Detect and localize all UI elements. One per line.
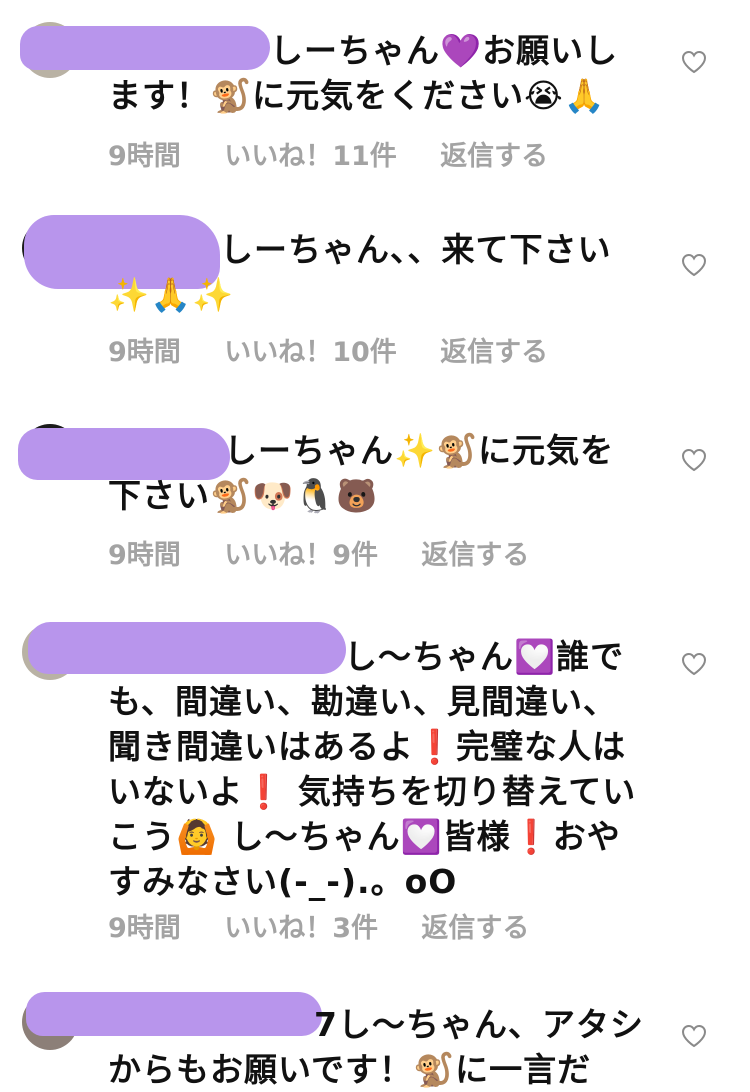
- like-count-link[interactable]: いいね！10件: [224, 330, 397, 369]
- like-heart-icon[interactable]: [681, 253, 707, 277]
- comment-text: しーちゃん✨🐒に元気を下さい🐒🐶🐧🐻: [108, 431, 615, 515]
- comment-meta: 9時間 いいね！11件 返信する: [108, 134, 582, 173]
- reply-button[interactable]: 返信する: [421, 533, 529, 572]
- like-count-link[interactable]: いいね！11件: [224, 134, 397, 173]
- comment-item: しーちゃん✨🐒に元気を下さい🐒🐶🐧🐻 9時間 いいね！9件 返信する: [0, 390, 750, 590]
- comment-time: 9時間: [108, 337, 181, 368]
- comment-item: 7し〜ちゃん、アタシからもお願いです！🐒に一言だ: [0, 970, 750, 1089]
- like-heart-icon[interactable]: [681, 652, 707, 676]
- like-count-link[interactable]: いいね！9件: [224, 533, 378, 572]
- comment-text: し〜ちゃん💟誰でも、間違い、勘違い、見間違い、聞き間違いはあるよ❗️完璧な人はい…: [108, 637, 637, 901]
- comment-time: 9時間: [108, 913, 181, 944]
- comment-meta: 9時間 いいね！9件 返信する: [108, 533, 563, 572]
- like-heart-icon[interactable]: [681, 1024, 707, 1048]
- comment-text: 7し〜ちゃん、アタシからもお願いです！🐒に一言だ: [108, 1005, 644, 1089]
- reply-button[interactable]: 返信する: [421, 906, 529, 945]
- comment-item: しーちゃん💜お願いします！🐒に元気をください😭🙏 9時間 いいね！11件 返信す…: [0, 0, 750, 195]
- comment-meta: 9時間 いいね！3件 返信する: [108, 906, 563, 945]
- comment-item: し〜ちゃん💟誰でも、間違い、勘違い、見間違い、聞き間違いはあるよ❗️完璧な人はい…: [0, 590, 750, 970]
- like-count-link[interactable]: いいね！3件: [224, 906, 378, 945]
- comment-time: 9時間: [108, 540, 181, 571]
- comment-meta: 9時間 いいね！10件 返信する: [108, 330, 582, 369]
- reply-button[interactable]: 返信する: [440, 134, 548, 173]
- like-heart-icon[interactable]: [681, 448, 707, 472]
- comment-text: しーちゃん、、来て下さい✨🙏✨: [108, 230, 612, 314]
- comment-item: しーちゃん、、来て下さい✨🙏✨ 9時間 いいね！10件 返信する: [0, 195, 750, 390]
- comment-text: しーちゃん💜お願いします！🐒に元気をください😭🙏: [108, 31, 619, 115]
- reply-button[interactable]: 返信する: [440, 330, 548, 369]
- like-heart-icon[interactable]: [681, 50, 707, 74]
- comment-time: 9時間: [108, 141, 181, 172]
